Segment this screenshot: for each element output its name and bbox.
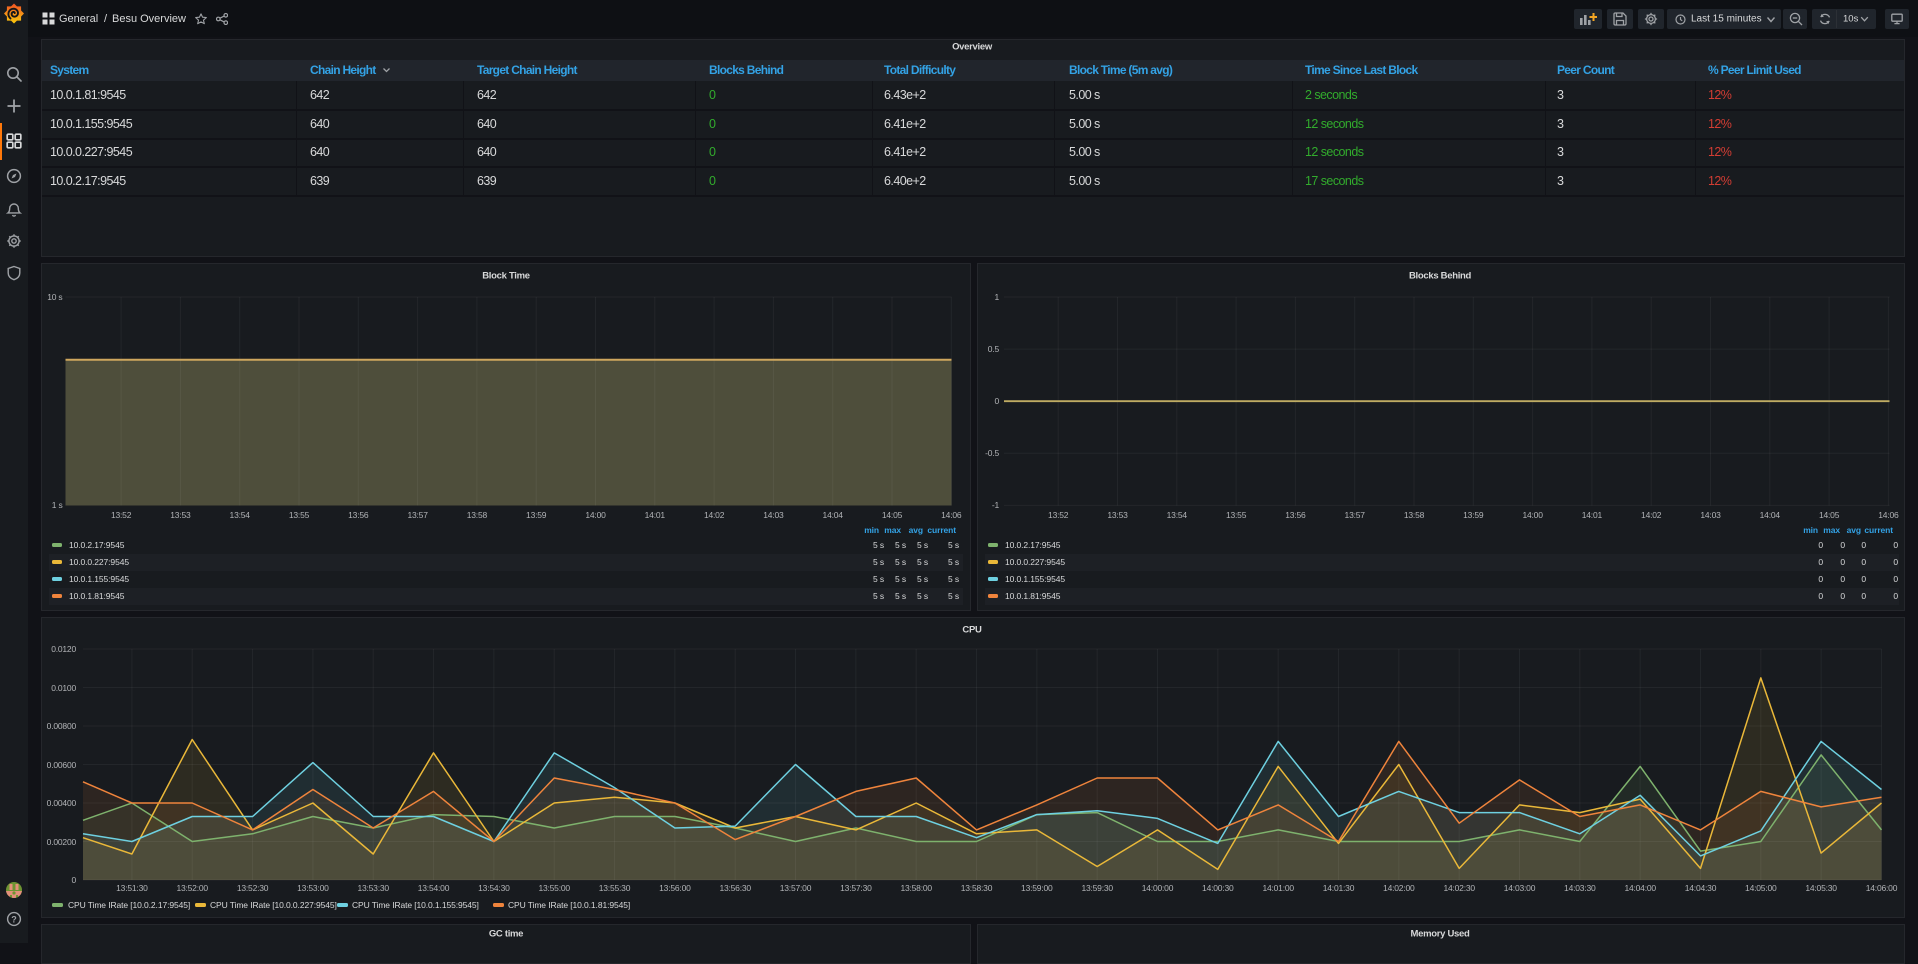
svg-text:?: ? [11,914,17,924]
